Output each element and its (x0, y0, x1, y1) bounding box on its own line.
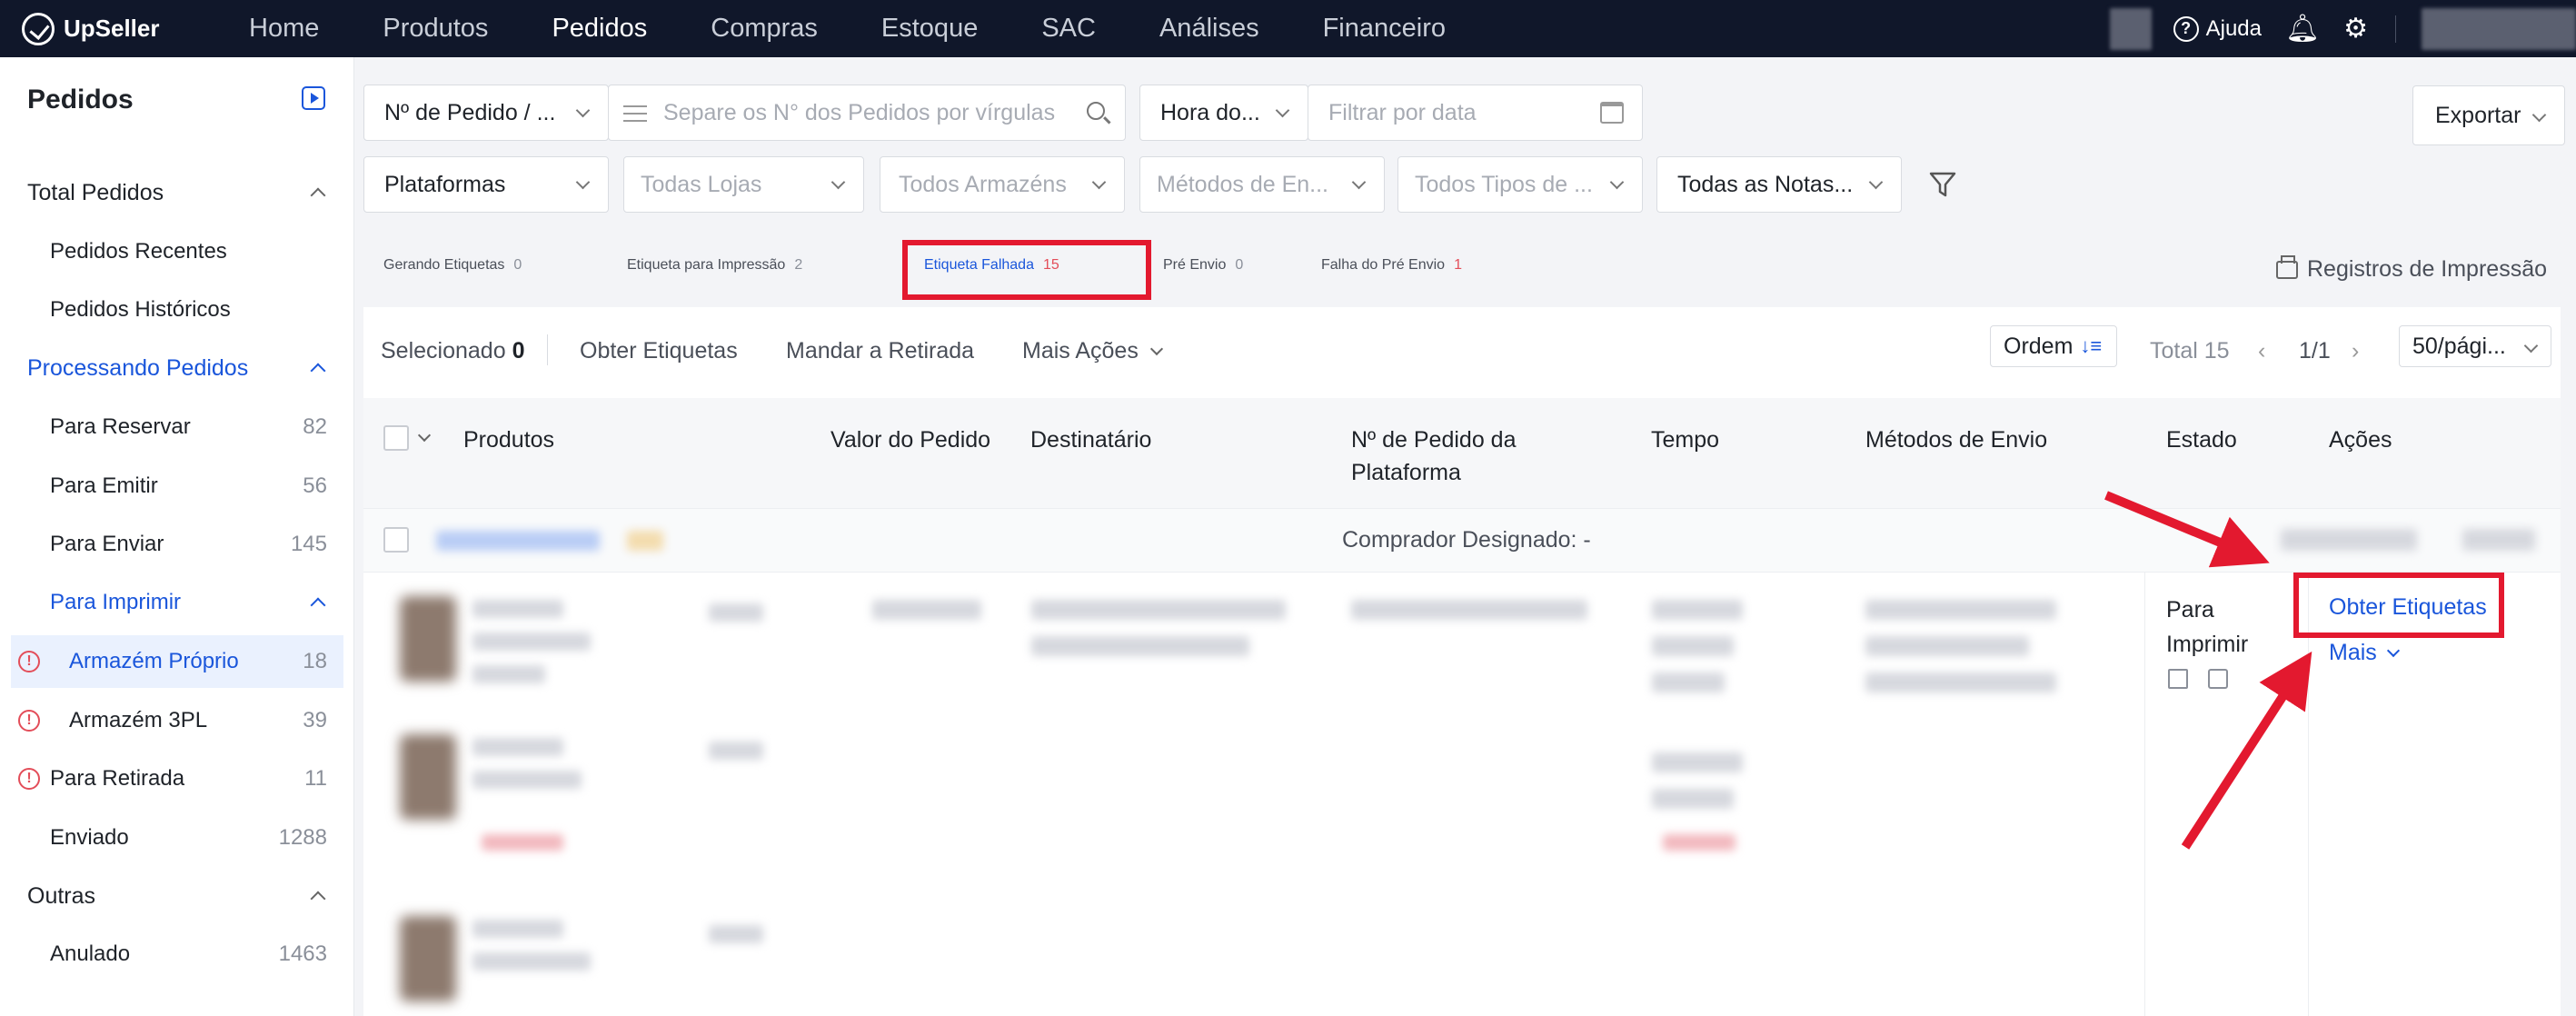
annotation-arrows (2104, 491, 2312, 850)
arrow-to-action (2181, 651, 2312, 850)
arrow-to-action (2104, 491, 2270, 568)
